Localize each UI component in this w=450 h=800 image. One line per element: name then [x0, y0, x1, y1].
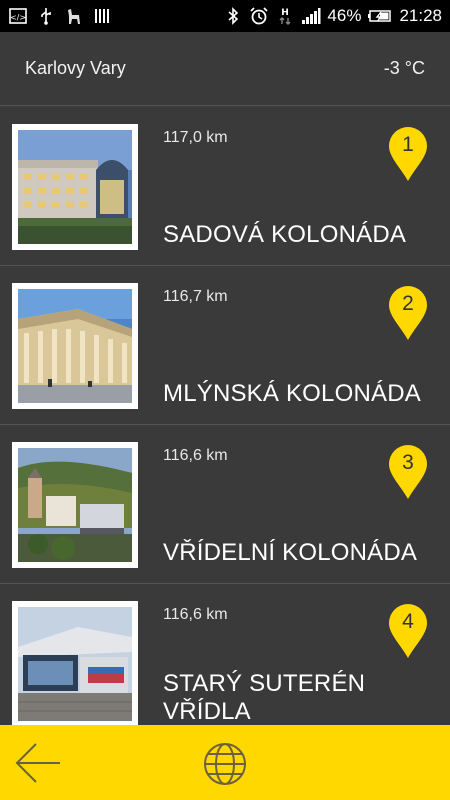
llama-icon — [64, 6, 84, 26]
svg-text:H: H — [282, 8, 290, 18]
pin-number: 4 — [402, 610, 414, 633]
city-name: Karlovy Vary — [25, 58, 126, 78]
back-button[interactable] — [14, 740, 62, 786]
battery-charging-icon — [367, 6, 393, 26]
place-name: STARÝ SUTERÉN VŘÍDLA — [163, 670, 366, 725]
place-name: SADOVÁ KOLONÁDA — [163, 221, 407, 248]
place-item[interactable]: 117,0 km 1 SADOVÁ KOLONÁDA — [0, 107, 450, 266]
map-button[interactable] — [202, 741, 248, 787]
map-pin-icon[interactable]: 1 — [388, 127, 428, 183]
pin-number: 1 — [402, 133, 414, 156]
place-distance: 116,6 km — [163, 447, 228, 464]
place-thumbnail — [12, 601, 138, 725]
svg-text:</>: </> — [10, 13, 26, 22]
place-distance: 116,7 km — [163, 288, 228, 305]
map-pin-icon[interactable]: 2 — [388, 286, 428, 342]
status-bar: </> H 46% 21:28 — [0, 0, 450, 32]
battery-percent: 46% — [327, 6, 362, 25]
data-h-icon: H — [275, 6, 295, 26]
pin-number: 2 — [402, 292, 414, 315]
weather-header: Karlovy Vary -3 °C — [0, 32, 450, 106]
temperature: -3 °C — [383, 58, 425, 78]
place-item[interactable]: 116,6 km 3 VŘÍDELNÍ KOLONÁDA — [0, 425, 450, 584]
back-arrow-icon — [15, 743, 60, 783]
place-thumbnail — [12, 283, 138, 409]
usb-icon — [36, 6, 56, 26]
bottom-bar — [0, 725, 450, 800]
barcode-icon — [92, 6, 112, 26]
signal-icon — [301, 6, 321, 26]
place-thumbnail — [12, 442, 138, 568]
place-item[interactable]: 116,7 km 2 MLÝNSKÁ KOLONÁDA — [0, 266, 450, 425]
map-pin-icon[interactable]: 3 — [388, 445, 428, 501]
code-icon: </> — [8, 6, 28, 26]
place-name: MLÝNSKÁ KOLONÁDA — [163, 380, 421, 407]
place-thumbnail — [12, 124, 138, 250]
place-item[interactable]: 116,6 km 4 STARÝ SUTERÉN VŘÍDLA — [0, 584, 450, 725]
place-distance: 116,6 km — [163, 606, 228, 623]
places-list[interactable]: 117,0 km 1 SADOVÁ KOLONÁDA 116,7 km 2 ML… — [0, 107, 450, 725]
place-distance: 117,0 km — [163, 129, 228, 146]
map-pin-icon[interactable]: 4 — [388, 604, 428, 660]
bluetooth-icon — [223, 6, 243, 26]
pin-number: 3 — [402, 451, 414, 474]
globe-icon — [204, 743, 246, 785]
clock: 21:28 — [399, 6, 442, 25]
alarm-icon — [249, 6, 269, 26]
place-name: VŘÍDELNÍ KOLONÁDA — [163, 539, 418, 566]
